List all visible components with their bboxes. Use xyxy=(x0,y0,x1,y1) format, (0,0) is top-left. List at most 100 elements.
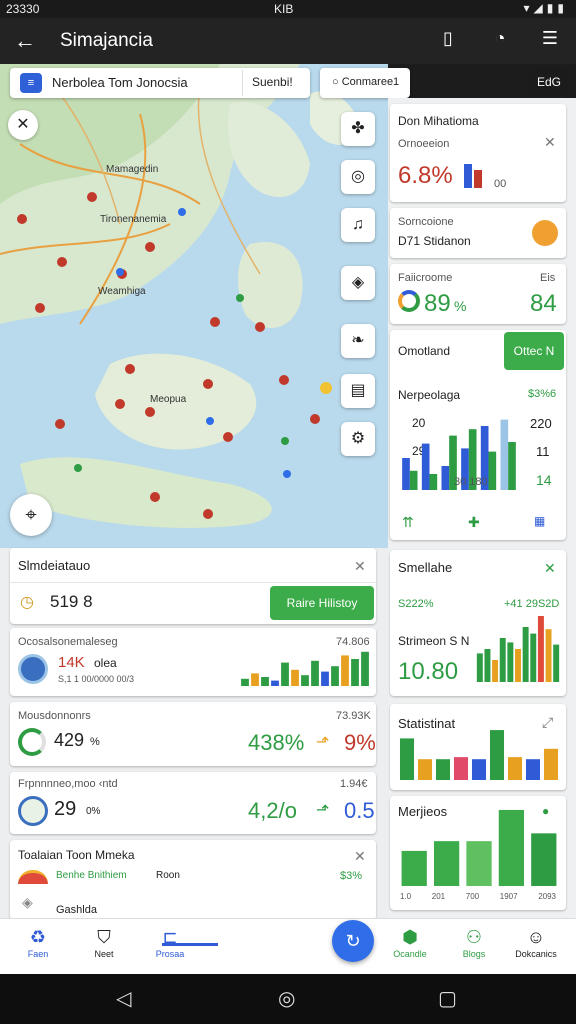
doc-icon[interactable]: ▤ xyxy=(341,374,375,408)
list-item[interactable]: Frpnnnneo,moo ‹ntd 1.94€ 29 0% 4,2/o ⬏ 0… xyxy=(10,772,376,834)
chart-bar xyxy=(484,649,491,682)
card-subtitle: Strimeon S N xyxy=(398,634,470,648)
close-icon[interactable]: ✕ xyxy=(544,560,556,577)
chart-bar xyxy=(515,649,521,682)
notification-icon[interactable]: ◔ xyxy=(488,28,512,52)
nav-item-home[interactable]: ♻ Faen xyxy=(8,927,68,959)
list-item[interactable]: Toalaian Toon Mmeka ✕ Benhe Bnithiem Roo… xyxy=(10,840,376,920)
chart-bar xyxy=(531,833,557,886)
chart-card[interactable]: Smellahe ✕ S222% +41 29S2D Strimeon S N … xyxy=(390,550,566,696)
row-title: Frpnnnneo,moo ‹ntd xyxy=(18,778,118,790)
status-bar: 23330 KIB ▾◢▮▮ xyxy=(0,0,576,18)
chart-bar xyxy=(417,759,433,780)
nav-item-next[interactable]: ⛉ Neet xyxy=(74,927,134,959)
chart-bar xyxy=(476,653,483,682)
chart-bar xyxy=(507,757,523,780)
grid-icon[interactable]: ▦ xyxy=(534,514,545,528)
chart-bar xyxy=(402,458,410,490)
leaf-icon[interactable]: ❧ xyxy=(341,324,375,358)
card-title: Don Mihatioma xyxy=(398,114,479,128)
chart-bar xyxy=(553,644,560,682)
donut-icon xyxy=(398,290,420,312)
row-title: Mousdonnonrs xyxy=(18,710,91,722)
y-tick: 11 xyxy=(536,444,550,459)
list-item[interactable]: Ocosalsonemaleseg 74.806 14K olea S,1 1 … xyxy=(10,628,376,696)
tablet-icon[interactable]: ▯ xyxy=(436,28,460,52)
card-right: +41 29S2D xyxy=(504,598,560,610)
row-end: 9% xyxy=(344,730,376,755)
gear-icon[interactable]: ⚙ xyxy=(341,422,375,456)
nav-item-dokcanics[interactable]: ☺ Dokcanics xyxy=(506,927,566,959)
chart-bar xyxy=(361,651,369,686)
chart-bar xyxy=(301,675,309,686)
chart-bar xyxy=(543,748,559,780)
status-time: 23330 xyxy=(6,2,40,16)
map-label: Tironenanemia xyxy=(100,214,167,225)
chart-bar xyxy=(429,474,438,490)
search-bar[interactable]: ≡ Nerbolea Tom Jonocsia Suenbi! xyxy=(10,68,310,98)
filter-chip[interactable]: ○ Conmaree1 xyxy=(320,68,410,98)
close-icon[interactable]: ✕ xyxy=(8,110,38,140)
recycle-icon: ♻ xyxy=(29,927,47,947)
chart-bar xyxy=(489,730,505,780)
list-item[interactable]: Mousdonnonrs 73.93K 429 % 438% ⬏ 9% xyxy=(10,702,376,766)
stat-card[interactable]: Faiicroome Eis 89 % 84 xyxy=(390,264,566,324)
chip-label: Benhe Bnithiem xyxy=(56,870,127,881)
shield-icon[interactable]: ◈ xyxy=(341,266,375,300)
gauge-icon xyxy=(18,796,48,826)
list-icon[interactable]: ☰ xyxy=(538,28,562,52)
chart-card[interactable]: Merjieos ● 1.0 201 700 1907 2093 xyxy=(390,796,566,910)
summary-card[interactable]: Slmdeiatauo ✕ ◷ 519 8 Raire Hilistoy xyxy=(10,548,376,624)
summary-value: 519 8 xyxy=(50,592,93,611)
row-right: $3% xyxy=(340,870,363,882)
stat-card[interactable]: Don Mihatioma ✕ Ornoeeion 6.8% 00 xyxy=(390,104,566,202)
card-value: 10.80 xyxy=(398,658,459,685)
nav-item-blogs[interactable]: ⚇ Blogs xyxy=(444,927,504,959)
top-chip[interactable]: EdG xyxy=(530,68,568,96)
card-title: Smellahe xyxy=(398,560,453,575)
locate-icon[interactable]: ⌖ xyxy=(10,494,52,536)
recents-nav-icon[interactable]: ▢ xyxy=(438,986,457,1011)
bell-icon[interactable]: ♫ xyxy=(341,208,375,242)
trend-icon: ⬏ xyxy=(316,734,330,751)
card-subtitle: Ornoeeion xyxy=(398,138,450,150)
card-action-button[interactable]: Ottec N xyxy=(504,332,564,370)
card-suffix: 00 xyxy=(494,178,507,190)
back-nav-icon[interactable]: ◁ xyxy=(116,986,131,1011)
home-nav-icon[interactable]: ◎ xyxy=(278,986,295,1011)
system-nav: ◁ ◎ ▢ xyxy=(0,974,576,1024)
x-label: 700 xyxy=(465,892,480,901)
sprout-icon[interactable]: ⇈ xyxy=(402,514,414,531)
map-view[interactable]: Mamagedin Tironenanemia Weamhiga Meopua xyxy=(0,64,388,549)
status-center: KIB xyxy=(274,2,294,16)
chart-card[interactable]: Statistinat ⤢ xyxy=(390,704,566,790)
chart-card[interactable]: Omotland Ottec N Nerpeolaga $3%6 20 29 2… xyxy=(390,330,566,540)
chart-bar xyxy=(241,678,249,686)
search-input[interactable]: Nerbolea Tom Jonocsia xyxy=(52,75,188,90)
card-value-b: 84 xyxy=(530,290,557,317)
chart-bar xyxy=(401,850,427,886)
card-value-a: 89 xyxy=(424,290,451,317)
refresh-icon[interactable]: ↻ xyxy=(332,920,374,962)
target-icon[interactable]: ◎ xyxy=(341,160,375,194)
search-filter[interactable]: Suenbi! xyxy=(252,75,293,89)
chart-bar xyxy=(508,442,516,490)
bottom-nav: ♻ Faen ⛉ Neet ⊏ Prosaa ⬢ Ocandle ⚇ Blogs ☺ Dok… xyxy=(0,918,576,974)
chart-bar xyxy=(545,629,552,682)
close-icon[interactable]: ✕ xyxy=(354,848,366,865)
chart-bar xyxy=(492,660,499,682)
nav-item-ocandle[interactable]: ⬢ Ocandle xyxy=(380,927,440,959)
map-canvas xyxy=(0,64,360,528)
plant-icon[interactable]: ✤ xyxy=(341,112,375,146)
close-icon[interactable]: ✕ xyxy=(544,134,556,151)
close-icon[interactable]: ✕ xyxy=(354,558,366,575)
person-icon: ⚇ xyxy=(465,927,483,947)
nav-label: Faen xyxy=(27,949,49,959)
arrow-left-icon[interactable]: ← xyxy=(14,28,36,54)
chart-bar xyxy=(311,660,319,686)
card-badge: Eis xyxy=(540,272,556,284)
globe-icon xyxy=(18,654,48,684)
history-button[interactable]: Raire Hilistoy xyxy=(270,586,374,620)
puzzle-icon[interactable]: ✚ xyxy=(468,514,480,531)
stat-card[interactable]: Sorncoione D71 Stidanon xyxy=(390,208,566,258)
